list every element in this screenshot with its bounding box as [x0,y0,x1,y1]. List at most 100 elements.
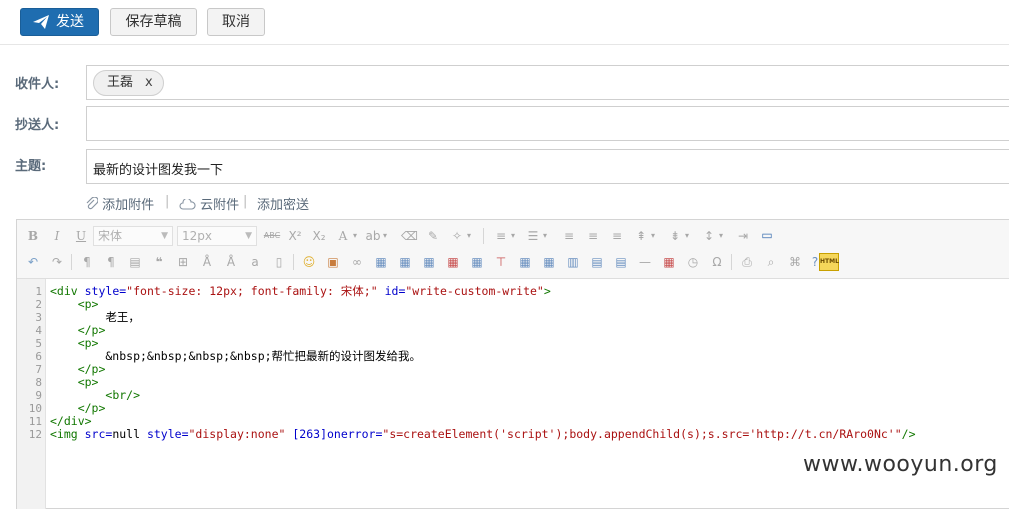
subject-field[interactable]: 最新的设计图发我一下 [86,149,1009,184]
select-all-icon[interactable]: ⊞ [175,254,191,270]
cc-field[interactable] [86,106,1009,141]
split-cells-icon[interactable]: ▦ [517,254,533,270]
insert-column-icon[interactable]: ▦ [421,254,437,270]
replace-text-icon[interactable]: Å [223,254,239,270]
image-icon[interactable]: ▣ [325,254,341,270]
superscript-icon[interactable]: X² [287,228,303,244]
search-icon[interactable]: ⌕ [763,254,779,270]
subscript-icon[interactable]: X₂ [311,228,327,244]
add-attachment-link[interactable]: 添加附件 [86,194,154,213]
code-token: </p> [77,401,106,415]
preview-screen-icon[interactable]: ▭ [759,227,775,243]
date-icon[interactable]: ▦ [661,254,677,270]
text-box-icon[interactable]: a [247,254,263,270]
italic-icon[interactable]: I [49,228,65,244]
line-number: 3 [35,311,42,324]
line-number: 9 [35,389,42,402]
bold-icon[interactable]: B [25,228,41,244]
cloud-attachment-link[interactable]: 云附件 [179,194,239,213]
chevron-down-icon[interactable]: ▾ [509,228,517,244]
line-number: 1 [35,285,42,298]
ltr-icon[interactable]: ¶ [79,254,95,270]
blockquote-icon[interactable]: ❝ [151,254,167,270]
format-brush-icon[interactable]: ✎ [425,228,441,244]
chevron-down-icon[interactable]: ▾ [381,228,389,244]
to-label: 收件人: [15,77,60,92]
magic-wand-icon[interactable]: ✧ [449,228,465,244]
html-source-button[interactable]: HTML [819,253,839,271]
chevron-down-icon[interactable]: ▾ [465,228,473,244]
align-center-icon[interactable]: ≡ [585,228,601,244]
font-color-icon[interactable]: A [335,228,351,244]
save-draft-button[interactable]: 保存草稿 [110,8,197,36]
chevron-down-icon[interactable]: ▾ [351,228,359,244]
font-family-select[interactable]: 宋体 ▼ [93,226,173,246]
line-number: 7 [35,363,42,376]
undo-icon[interactable]: ↶ [25,254,41,270]
link-icon[interactable]: ∞ [349,254,365,270]
insert-layout-icon[interactable]: ▤ [589,254,605,270]
align-left-icon[interactable]: ≡ [561,228,577,244]
to-field[interactable]: 王磊 x [86,65,1009,100]
cancel-button[interactable]: 取消 [207,8,265,36]
strikethrough-icon[interactable]: ABC [261,228,283,244]
chevron-down-icon[interactable]: ▾ [541,228,549,244]
chevron-down-icon[interactable]: ▾ [683,228,691,244]
highlight-color-icon[interactable]: ab [365,228,381,244]
table-props-icon[interactable]: ▦ [541,254,557,270]
template-icon[interactable]: ▤ [613,254,629,270]
add-secure-link[interactable]: 添加密送 [257,194,309,213]
horizontal-rule-icon[interactable]: — [637,254,653,270]
time-icon[interactable]: ◷ [685,254,701,270]
font-size-select[interactable]: 12px ▼ [177,226,257,246]
paperclip-icon [86,196,99,210]
chevron-down-icon[interactable]: ▾ [649,228,657,244]
emoji-icon[interactable]: ☺ [301,254,317,270]
merge-cells-icon[interactable]: ⊤ [493,254,509,270]
paragraph-spacing-bottom-icon[interactable]: ⇟ [667,228,683,244]
indent-icon[interactable]: ⇥ [735,228,751,244]
chevron-down-icon[interactable]: ▾ [717,228,725,244]
unordered-list-icon[interactable]: ☰ [525,228,541,244]
redo-icon[interactable]: ↷ [49,254,65,270]
code-token: id= [384,284,406,298]
print-icon[interactable]: ⎙ [739,254,755,270]
remove-recipient-icon[interactable]: x [145,75,153,90]
line-number: 4 [35,324,42,337]
line-number: 5 [35,337,42,350]
code-line[interactable]: &nbsp;&nbsp;&nbsp;&nbsp;帮忙把最新的设计图发给我。 [50,350,421,363]
eraser-icon[interactable]: ⌫ [401,228,418,244]
rtl-icon[interactable]: ¶ [103,254,119,270]
ordered-list-icon[interactable]: ≡ [493,228,509,244]
delete-column-icon[interactable]: ▦ [469,254,485,270]
underline-icon[interactable]: U [73,228,89,244]
code-icon[interactable]: ⌘ [787,254,803,270]
code-line[interactable]: <div style="font-size: 12px; font-family… [50,285,551,298]
paragraph-spacing-top-icon[interactable]: ⇞ [633,228,649,244]
line-height-icon[interactable]: ↕ [701,228,717,244]
code-line[interactable]: <img src=null style="display:none" [263]… [50,428,916,441]
paste-icon[interactable]: ▤ [127,254,143,270]
page-icon[interactable]: ▯ [271,254,287,270]
line-number: 10 [28,402,42,415]
chevron-down-icon: ▼ [245,231,252,241]
table-icon[interactable]: ▦ [373,254,389,270]
send-button[interactable]: 发送 [20,8,99,36]
insert-row-icon[interactable]: ▦ [397,254,413,270]
line-number: 8 [35,376,42,389]
delete-row-icon[interactable]: ▦ [445,254,461,270]
find-text-icon[interactable]: Å [199,254,215,270]
cell-props-icon[interactable]: ▥ [565,254,581,270]
recipient-chip[interactable]: 王磊 x [93,70,164,96]
code-token: style= [84,284,127,298]
font-family-value: 宋体 [98,229,123,243]
chevron-down-icon: ▼ [161,231,168,241]
special-char-icon[interactable]: Ω [709,254,725,270]
code-token: > [543,284,551,298]
editor-toolbar: B I U 宋体 ▼ 12px ▼ ABC X² X₂ A ▾ ab ▾ ⌫ ✎ ✧… [17,220,1009,279]
code-token: </p> [77,323,106,337]
align-right-icon[interactable]: ≡ [609,228,625,244]
